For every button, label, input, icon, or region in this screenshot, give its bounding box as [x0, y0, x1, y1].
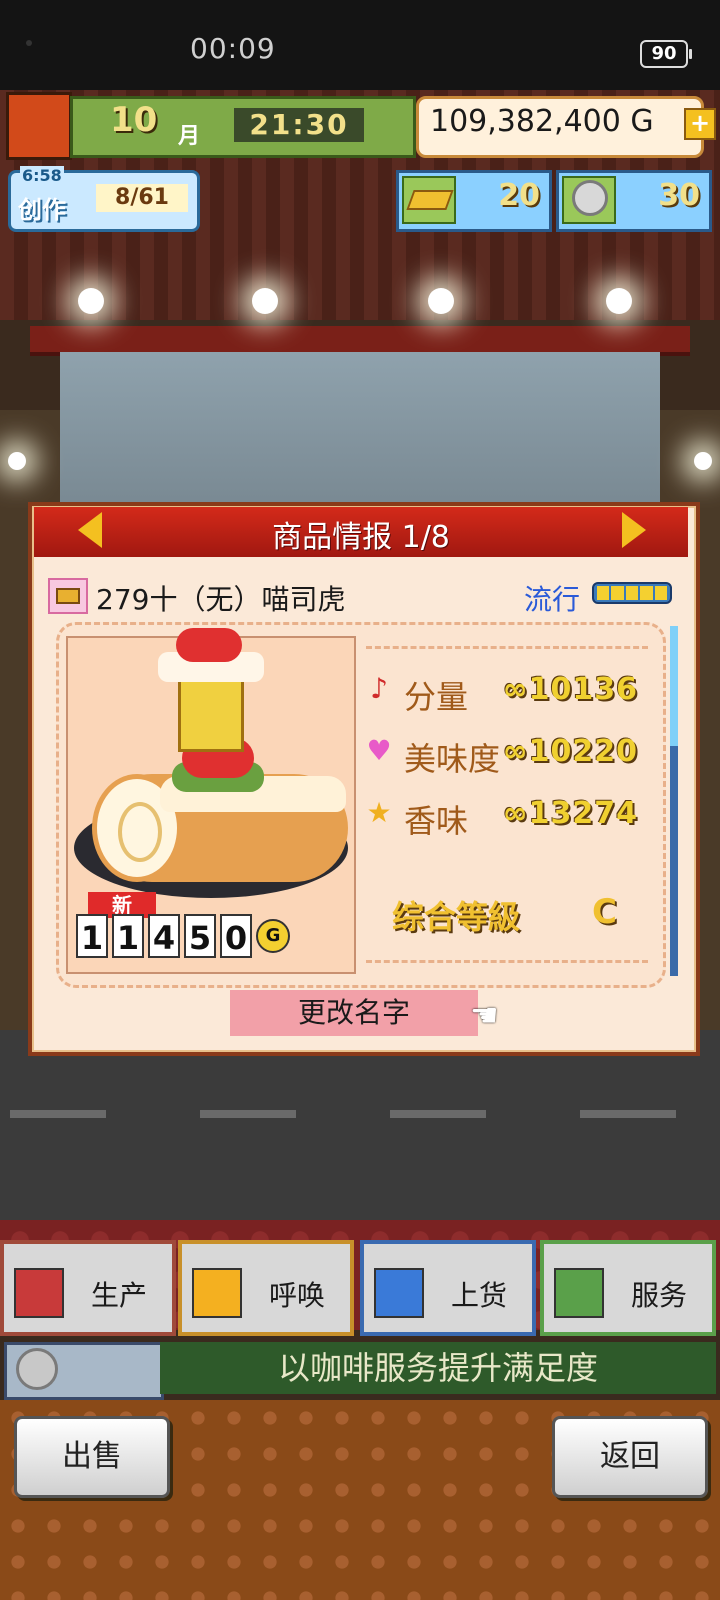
- silver-coin-icon: [572, 180, 608, 216]
- stat-value: ∞13274: [502, 796, 638, 831]
- lamp-icon: [606, 288, 632, 314]
- trend-pip: [625, 586, 639, 600]
- road-marking: [390, 1110, 486, 1118]
- heart-icon: ♥: [366, 734, 392, 767]
- month-unit: 月: [178, 124, 201, 149]
- trend-pip: [597, 586, 610, 600]
- prev-arrow-icon[interactable]: [78, 512, 102, 548]
- money-unit: G: [630, 104, 654, 139]
- price-digit: 1: [76, 914, 108, 958]
- panel-title: 商品情报 1/8: [272, 520, 450, 555]
- tip-message: 以咖啡服务提升满足度: [160, 1342, 716, 1394]
- star-icon: ★: [366, 796, 392, 829]
- create-label: 创作: [18, 196, 66, 224]
- trend-pip: [640, 586, 653, 600]
- stock-button[interactable]: 上货: [360, 1240, 536, 1336]
- service-button[interactable]: 服务: [540, 1240, 716, 1336]
- gold-unit-icon: G: [256, 919, 290, 953]
- next-arrow-icon[interactable]: [622, 512, 646, 548]
- battery-icon: 90: [640, 40, 692, 68]
- product-category-glyph: [56, 588, 80, 604]
- season-leaf-icon[interactable]: [6, 92, 72, 160]
- stat-row-taste: ♥ 美味度 ∞10220: [356, 728, 650, 778]
- game-time: 21:30: [234, 108, 364, 142]
- gold-count: 20: [498, 178, 540, 213]
- road-marking: [580, 1110, 676, 1118]
- trend-label: 流行: [524, 583, 581, 616]
- stat-label: 美味度: [404, 740, 501, 778]
- month-value: 10: [110, 100, 158, 140]
- create-timer: 6:58: [20, 166, 64, 185]
- money-value: 109,382,400: [430, 104, 621, 139]
- produce-button[interactable]: 生产: [0, 1240, 176, 1336]
- back-button[interactable]: 返回: [552, 1416, 708, 1498]
- product-name: 279十（无）喵司虎: [96, 583, 346, 616]
- gold-bar-shape: [406, 190, 454, 210]
- trend-pip: [611, 586, 624, 600]
- road: [0, 1030, 720, 1220]
- stat-label: 香味: [404, 802, 469, 840]
- status-clock: 00:09: [190, 32, 276, 65]
- price-display: 1 1 4 5 0 G: [76, 914, 290, 958]
- stat-value: ∞10220: [502, 734, 638, 769]
- money-display: 109,382,400 G: [430, 104, 654, 139]
- megaphone-icon: [192, 1268, 242, 1318]
- service-label: 服务: [630, 1279, 687, 1312]
- lamp-icon: [78, 288, 104, 314]
- price-digit: 4: [148, 914, 180, 958]
- road-marking: [10, 1110, 106, 1118]
- camera-cutout: [26, 40, 32, 46]
- trophy-berries: [176, 628, 242, 662]
- scrollbar-thumb[interactable]: [670, 626, 678, 746]
- produce-icon: [14, 1268, 64, 1318]
- stat-row-volume: ♪ 分量 ∞10136: [356, 666, 650, 716]
- price-digit: 5: [184, 914, 216, 958]
- pointing-hand-icon: ☚: [470, 996, 499, 1034]
- road-marking: [200, 1110, 296, 1118]
- overall-grade-label: 综合等級: [392, 898, 521, 936]
- stock-label: 上货: [450, 1279, 507, 1312]
- stat-row-aroma: ★ 香味 ∞13274: [356, 790, 650, 840]
- lamp-icon: [694, 452, 712, 470]
- cake-roll-swirl: [118, 802, 162, 862]
- add-money-button[interactable]: +: [684, 108, 716, 140]
- rename-button[interactable]: 更改名字: [230, 990, 478, 1036]
- call-label: 呼唤: [268, 1279, 325, 1312]
- silver-count: 30: [658, 178, 700, 213]
- silver-coin-icon: [16, 1348, 58, 1390]
- note-icon: ♪: [370, 672, 388, 705]
- stat-value: ∞10136: [502, 672, 638, 707]
- produce-label: 生产: [90, 1279, 147, 1312]
- price-digit: 1: [112, 914, 144, 958]
- price-digit: 0: [220, 914, 252, 958]
- trend-pip: [654, 586, 668, 600]
- cake-icon: [374, 1268, 424, 1318]
- sell-button[interactable]: 出售: [14, 1416, 170, 1498]
- coffee-icon: [554, 1268, 604, 1318]
- overall-grade-value: C: [592, 892, 617, 932]
- lamp-icon: [252, 288, 278, 314]
- stat-label: 分量: [404, 678, 469, 716]
- lamp-icon: [8, 452, 26, 470]
- status-bar: 00:09 90: [0, 0, 720, 90]
- divider: [366, 960, 648, 963]
- call-button[interactable]: 呼唤: [178, 1240, 354, 1336]
- create-count: 8/61: [96, 184, 188, 212]
- lamp-icon: [428, 288, 454, 314]
- trend-meter: [592, 582, 672, 604]
